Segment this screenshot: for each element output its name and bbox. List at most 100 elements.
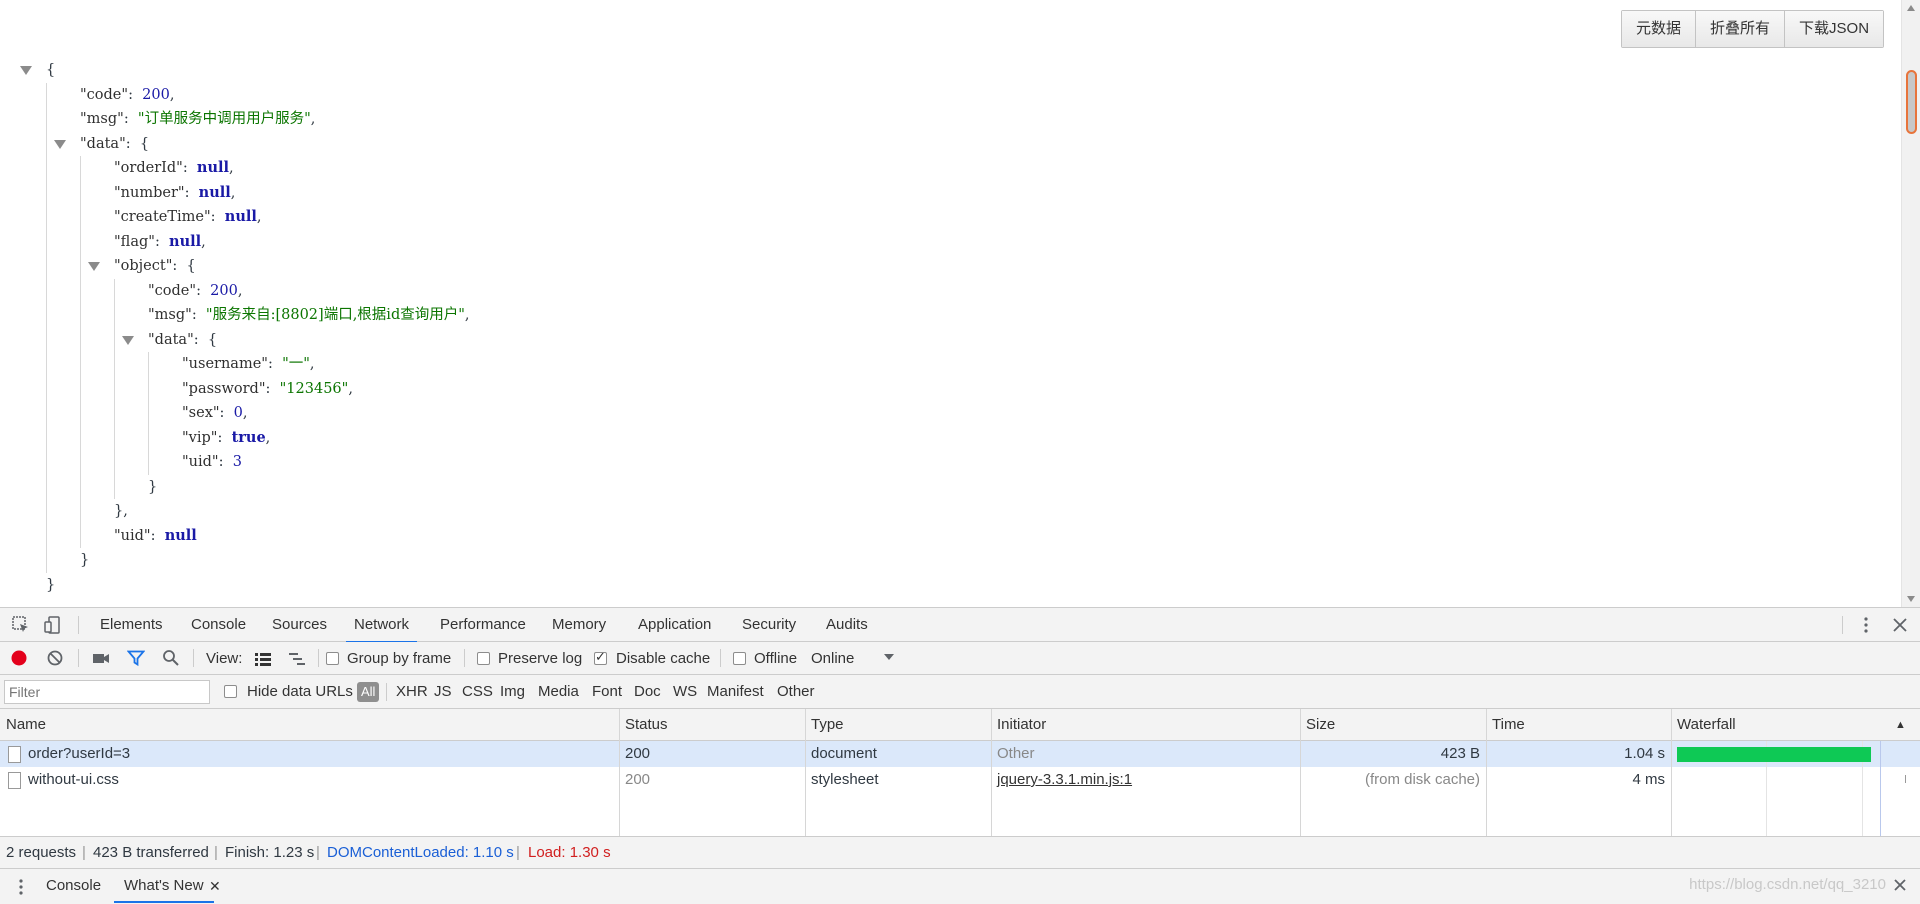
waterfall-bar[interactable]	[1677, 747, 1871, 762]
sort-ascending-icon[interactable]: ▲	[1895, 709, 1906, 741]
vertical-scrollbar[interactable]	[1901, 0, 1920, 607]
filter-type-ws[interactable]: WS	[673, 675, 697, 709]
tab-application[interactable]: Application	[638, 608, 711, 642]
json-punct: :	[184, 184, 199, 201]
tab-sources[interactable]: Sources	[272, 608, 327, 642]
clear-icon[interactable]	[46, 649, 64, 667]
document-file-icon	[8, 746, 21, 763]
filter-type-media[interactable]: Media	[538, 675, 579, 709]
json-value: true	[231, 428, 266, 446]
json-value: 200	[142, 86, 170, 103]
json-value: null	[198, 183, 231, 201]
device-toolbar-icon[interactable]	[44, 616, 62, 634]
document-file-icon	[8, 772, 21, 789]
tab-performance[interactable]: Performance	[440, 608, 526, 642]
cell-initiator[interactable]: jquery-3.3.1.min.js:1	[997, 767, 1132, 793]
collapse-toggle-icon[interactable]	[20, 66, 32, 75]
cell-name[interactable]: without-ui.css	[28, 767, 119, 793]
json-key: "username"	[182, 356, 268, 372]
json-punct: : {	[172, 258, 196, 274]
offline-label: Offline	[754, 650, 798, 667]
close-devtools-icon[interactable]	[1891, 616, 1909, 634]
chevron-down-icon[interactable]	[883, 651, 895, 663]
more-options-icon[interactable]	[1857, 616, 1875, 634]
drawer-tab-console[interactable]: Console	[46, 869, 101, 903]
filter-type-doc[interactable]: Doc	[634, 675, 661, 709]
disable-cache-checkbox[interactable]	[594, 649, 607, 665]
tab-network[interactable]: Network	[345, 608, 418, 643]
column-header-status[interactable]: Status	[625, 709, 668, 741]
json-key: "orderId"	[114, 160, 183, 176]
column-header-size[interactable]: Size	[1306, 709, 1335, 741]
collapse-toggle-icon[interactable]	[54, 139, 66, 149]
transferred-size: 423 B transferred	[93, 844, 209, 861]
overview-icon[interactable]	[288, 650, 306, 668]
cell-type: document	[811, 745, 877, 762]
devtools-drawer: Console What's New ✕ https://blog.csdn.n…	[0, 869, 1920, 904]
collapse-all-button[interactable]: 折叠所有	[1696, 11, 1786, 47]
json-line: "createTime": null,	[20, 205, 470, 230]
filter-type-manifest[interactable]: Manifest	[707, 675, 764, 709]
column-header-name[interactable]: Name	[6, 709, 46, 741]
json-key: "number"	[114, 184, 185, 201]
record-icon[interactable]	[10, 649, 28, 667]
filter-type-css[interactable]: CSS	[462, 675, 493, 709]
tab-security[interactable]: Security	[742, 608, 796, 642]
throttling-select[interactable]: Online	[811, 642, 854, 675]
json-line: "password": "123456",	[20, 377, 470, 402]
filter-input[interactable]	[4, 680, 210, 704]
drawer-tab-whats-new[interactable]: What's New	[114, 869, 214, 903]
tab-audits[interactable]: Audits	[826, 608, 868, 642]
tab-memory[interactable]: Memory	[552, 608, 606, 642]
filter-type-xhr[interactable]: XHR	[396, 675, 428, 709]
drawer-menu-icon[interactable]	[12, 878, 30, 896]
devtools-panel: Elements Console Sources Network Performance…	[0, 607, 1920, 904]
filter-type-other[interactable]: Other	[777, 675, 815, 709]
table-row[interactable]: order?userId=3 200 document Other 423 B 1.04 …	[0, 741, 1920, 767]
preserve-log-checkbox[interactable]	[477, 652, 490, 665]
scrollbar-thumb[interactable]	[1906, 70, 1917, 134]
collapse-toggle-icon[interactable]	[122, 335, 134, 345]
cell-size: (from disk cache)	[1364, 771, 1480, 788]
column-header-waterfall[interactable]: Waterfall	[1677, 709, 1736, 741]
json-line: "number": null,	[20, 181, 470, 206]
metadata-button[interactable]: 元数据	[1622, 11, 1697, 47]
collapse-toggle-icon[interactable]	[88, 262, 100, 271]
hide-data-urls-checkbox[interactable]	[224, 685, 237, 698]
column-header-type[interactable]: Type	[811, 709, 844, 741]
tab-console[interactable]: Console	[191, 608, 246, 642]
filter-icon[interactable]	[127, 649, 145, 667]
filter-type-all[interactable]: All	[357, 682, 380, 702]
json-punct: ,	[237, 282, 243, 299]
json-line: "code": 200,	[20, 279, 470, 304]
json-key: "vip"	[182, 429, 218, 446]
json-punct: :	[217, 429, 232, 446]
filter-type-font[interactable]: Font	[592, 675, 622, 709]
json-value: null	[169, 232, 202, 250]
json-value: null	[196, 159, 230, 176]
download-json-button[interactable]: 下载JSON	[1785, 11, 1884, 47]
inspect-element-icon[interactable]	[12, 616, 30, 634]
cell-status: 200	[625, 745, 651, 762]
json-line: "orderId": null,	[20, 156, 470, 181]
filter-type-js[interactable]: JS	[434, 675, 452, 709]
group-by-frame-checkbox[interactable]	[326, 652, 339, 665]
close-tab-icon[interactable]: ✕	[209, 869, 221, 903]
offline-checkbox[interactable]	[733, 652, 746, 665]
close-drawer-icon[interactable]	[1893, 878, 1907, 892]
scroll-up-icon[interactable]	[1907, 5, 1915, 11]
search-icon[interactable]	[162, 649, 180, 667]
filter-type-img[interactable]: Img	[500, 675, 525, 709]
cell-name[interactable]: order?userId=3	[28, 741, 130, 767]
json-punct: ,	[169, 86, 175, 103]
screenshot-camera-icon[interactable]	[92, 649, 110, 667]
column-header-time[interactable]: Time	[1492, 709, 1525, 741]
tab-elements[interactable]: Elements	[100, 608, 163, 642]
large-rows-icon[interactable]	[254, 650, 272, 668]
json-value: 3	[232, 454, 242, 470]
json-punct: ,	[310, 111, 316, 127]
scroll-down-icon[interactable]	[1907, 596, 1915, 602]
table-row[interactable]: without-ui.css 200 stylesheet jquery-3.3.1.…	[0, 767, 1920, 793]
column-header-initiator[interactable]: Initiator	[997, 709, 1046, 741]
json-punct: :	[265, 380, 280, 397]
